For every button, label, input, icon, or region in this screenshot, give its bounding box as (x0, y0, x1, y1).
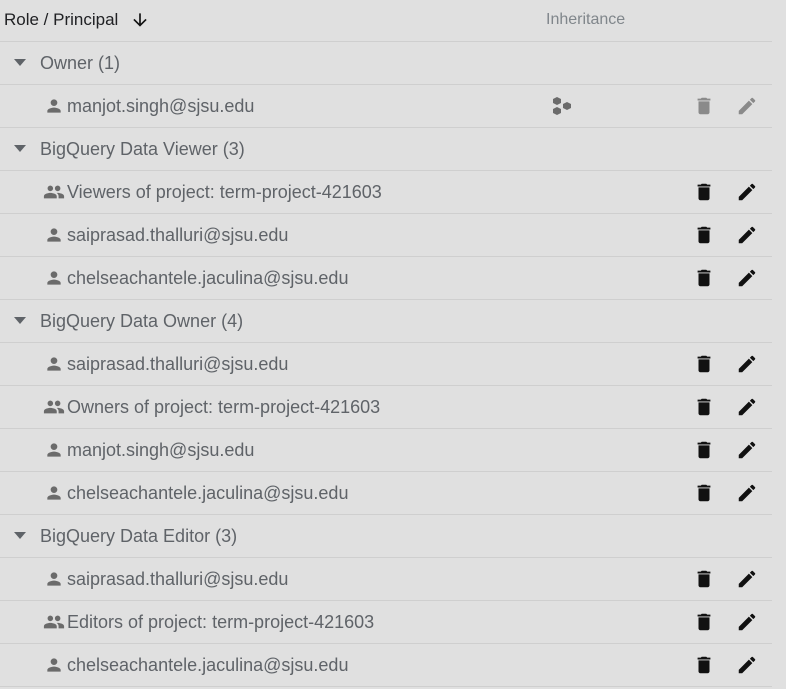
delete-icon[interactable] (693, 267, 715, 289)
principal-name: saiprasad.thalluri@sjsu.edu (67, 353, 289, 374)
user-icon (43, 224, 65, 246)
user-icon (43, 482, 65, 504)
group-icon (43, 396, 65, 418)
column-header-role-principal[interactable]: Role / Principal (4, 10, 150, 30)
principal-row: Owners of project: term-project-421603 (0, 386, 772, 429)
role-group-row[interactable]: Owner (1) (0, 42, 772, 85)
permissions-table: Role / Principal Inheritance Owner (1) m… (0, 0, 772, 687)
user-icon (43, 95, 65, 117)
delete-icon[interactable] (693, 181, 715, 203)
role-group-row[interactable]: BigQuery Data Viewer (3) (0, 128, 772, 171)
principal-row: manjot.singh@sjsu.edu (0, 85, 772, 128)
edit-icon[interactable] (736, 611, 758, 633)
principal-row: manjot.singh@sjsu.edu (0, 429, 772, 472)
delete-icon[interactable] (693, 654, 715, 676)
edit-icon[interactable] (736, 568, 758, 590)
edit-icon[interactable] (736, 95, 758, 117)
principal-name: saiprasad.thalluri@sjsu.edu (67, 568, 289, 589)
user-icon (43, 568, 65, 590)
delete-icon[interactable] (693, 482, 715, 504)
principal-row: chelseachantele.jaculina@sjsu.edu (0, 472, 772, 515)
user-icon (43, 439, 65, 461)
principal-name: manjot.singh@sjsu.edu (67, 95, 255, 116)
edit-icon[interactable] (736, 396, 758, 418)
principal-name: Viewers of project: term-project-421603 (67, 181, 382, 202)
delete-icon[interactable] (693, 224, 715, 246)
role-group-row[interactable]: BigQuery Data Editor (3) (0, 515, 772, 558)
column-header-role-label: Role / Principal (4, 10, 119, 29)
edit-icon[interactable] (736, 181, 758, 203)
column-header-inheritance: Inheritance (546, 11, 626, 28)
inheritance-icon[interactable] (552, 96, 574, 116)
principal-name: saiprasad.thalluri@sjsu.edu (67, 224, 289, 245)
group-icon (43, 611, 65, 633)
edit-icon[interactable] (736, 353, 758, 375)
principal-name: chelseachantele.jaculina@sjsu.edu (67, 654, 349, 675)
group-icon (43, 181, 65, 203)
user-icon (43, 267, 65, 289)
role-group-label: Owner (1) (40, 52, 121, 73)
user-icon (43, 353, 65, 375)
edit-icon[interactable] (736, 439, 758, 461)
principal-row: saiprasad.thalluri@sjsu.edu (0, 343, 772, 386)
principal-row: chelseachantele.jaculina@sjsu.edu (0, 644, 772, 687)
role-group-label: BigQuery Data Editor (3) (40, 525, 238, 546)
principal-row: saiprasad.thalluri@sjsu.edu (0, 214, 772, 257)
caret-down-icon[interactable] (14, 145, 26, 153)
arrow-down-icon[interactable] (130, 10, 150, 30)
principal-row: chelseachantele.jaculina@sjsu.edu (0, 257, 772, 300)
principal-name: manjot.singh@sjsu.edu (67, 439, 255, 460)
delete-icon[interactable] (693, 611, 715, 633)
delete-icon[interactable] (693, 396, 715, 418)
principal-name: chelseachantele.jaculina@sjsu.edu (67, 267, 349, 288)
principal-name: chelseachantele.jaculina@sjsu.edu (67, 482, 349, 503)
edit-icon[interactable] (736, 654, 758, 676)
table-header: Role / Principal Inheritance (0, 0, 772, 42)
delete-icon[interactable] (693, 439, 715, 461)
role-group-row[interactable]: BigQuery Data Owner (4) (0, 300, 772, 343)
edit-icon[interactable] (736, 224, 758, 246)
principal-row: Editors of project: term-project-421603 (0, 601, 772, 644)
principal-name: Editors of project: term-project-421603 (67, 611, 375, 632)
user-icon (43, 654, 65, 676)
edit-icon[interactable] (736, 267, 758, 289)
edit-icon[interactable] (736, 482, 758, 504)
delete-icon[interactable] (693, 568, 715, 590)
principal-name: Owners of project: term-project-421603 (67, 396, 381, 417)
role-group-label: BigQuery Data Viewer (3) (40, 138, 245, 159)
caret-down-icon[interactable] (14, 317, 26, 325)
caret-down-icon[interactable] (14, 59, 26, 67)
delete-icon[interactable] (693, 95, 715, 117)
role-group-label: BigQuery Data Owner (4) (40, 310, 244, 331)
caret-down-icon[interactable] (14, 532, 26, 540)
principal-row: Viewers of project: term-project-421603 (0, 171, 772, 214)
delete-icon[interactable] (693, 353, 715, 375)
principal-row: saiprasad.thalluri@sjsu.edu (0, 558, 772, 601)
table-body: Owner (1) manjot.singh@sjsu.edu BigQuery… (0, 42, 772, 687)
